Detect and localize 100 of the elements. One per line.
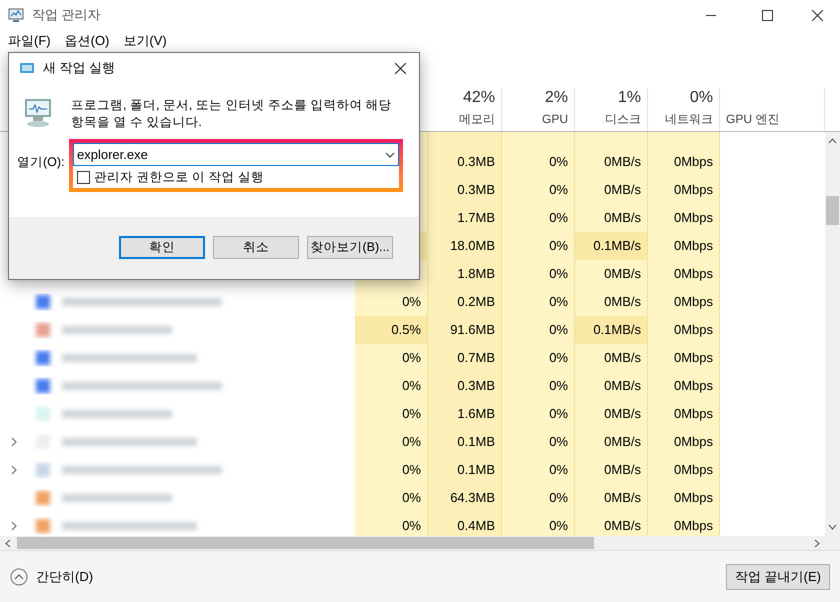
table-cell: 0MB/s [575,428,648,456]
table-cell: 0MB/s [575,204,648,232]
table-cell: 0Mbps [648,288,720,316]
table-cell: 0Mbps [648,176,720,204]
scroll-down-icon[interactable] [828,524,837,530]
dialog-button[interactable]: 취소 [213,236,299,259]
table-cell: 0.4MB [428,512,502,536]
column-label: 네트워크 [665,111,713,128]
table-cell: 0MB/s [575,484,648,512]
dialog-message: 프로그램, 폴더, 문서, 또는 인터넷 주소를 입력하여 해당 항목을 열 수 있습니다. [71,97,393,131]
usage-percent: 2% [544,88,568,108]
table-cell: 0Mbps [648,400,720,428]
table-cell: 0MB/s [575,400,648,428]
column-header[interactable]: 1% 디스크 [575,88,648,131]
scroll-right-icon[interactable] [814,538,820,548]
table-cell: 0% [502,484,575,512]
table-cell: 0.1MB/s [575,316,648,344]
column-label: 메모리 [459,111,495,128]
vertical-scrollbar[interactable] [825,132,840,536]
table-cell: 0MB/s [575,176,648,204]
table-cell: 0% [355,428,428,456]
end-task-button[interactable]: 작업 끝내기(E) [726,564,830,590]
table-cell: 0MB/s [575,372,648,400]
table-cell: 91.6MB [428,316,502,344]
table-cell: 0Mbps [648,232,720,260]
table-cell: 0MB/s [575,344,648,372]
table-cell: 0% [355,484,428,512]
table-cell: 0% [502,148,575,176]
table-cell: 0MB/s [575,512,648,536]
table-cell: 0Mbps [648,260,720,288]
table-cell: 0MB/s [575,456,648,484]
chevron-right-icon[interactable] [11,437,17,447]
table-cell: 0.7MB [428,344,502,372]
table-cell: 0Mbps [648,428,720,456]
open-label: 열기(O): [17,154,66,171]
table-cell: 0Mbps [648,484,720,512]
column-label: GPU [542,111,568,128]
table-cell: 0% [502,428,575,456]
table-cell: 1.7MB [428,204,502,232]
scroll-left-icon[interactable] [5,538,11,548]
usage-percent: 0% [690,88,713,108]
column-label: GPU 엔진 [726,111,780,128]
table-cell: 0% [355,344,428,372]
dropdown-icon[interactable] [385,152,395,158]
table-cell: 0Mbps [648,512,720,536]
table-cell: 0% [502,456,575,484]
admin-checkbox[interactable] [77,170,90,184]
table-cell: 0Mbps [648,148,720,176]
table-cell: 0Mbps [648,204,720,232]
table-cell: 0% [355,288,428,316]
scroll-thumb[interactable] [826,196,839,225]
table-cell: 0% [355,456,428,484]
chevron-up-circle-icon[interactable] [10,568,28,586]
table-cell: 0% [502,288,575,316]
table-cell: 0.5% [355,316,428,344]
close-icon [812,10,822,20]
chevron-right-icon[interactable] [11,521,17,531]
dialog-button[interactable]: 찾아보기(B)... [307,236,393,259]
table-cell: 0.3MB [428,372,502,400]
table-cell: 0Mbps [648,372,720,400]
admin-label: 관리자 권한으로 이 작업 실행 [94,168,264,186]
table-cell: 0.2MB [428,288,502,316]
table-cell: 0Mbps [648,456,720,484]
horizontal-scrollbar[interactable] [0,536,840,550]
table-cell: 0% [502,372,575,400]
column-header[interactable]: 2% GPU [502,88,575,131]
table-cell: 0% [502,316,575,344]
column-header[interactable]: 0% 네트워크 [648,88,720,131]
table-cell: 0% [355,400,428,428]
table-cell: 0% [502,204,575,232]
dialog-button[interactable]: 확인 [119,236,205,259]
menu-item[interactable]: 보기(V) [119,31,171,51]
open-combobox[interactable]: explorer.exe [73,143,399,166]
table-cell: 0Mbps [648,344,720,372]
scroll-thumb[interactable] [17,537,594,549]
table-cell: 0% [502,344,575,372]
minimize-icon [706,14,716,16]
menu-item[interactable]: 파일(F) [4,31,55,51]
table-cell: 0MB/s [575,260,648,288]
chevron-right-icon[interactable] [11,465,17,475]
maximize-icon [762,10,772,20]
table-cell: 0% [502,176,575,204]
table-cell: 0.1MB [428,428,502,456]
scroll-up-icon[interactable] [828,138,837,144]
table-cell: 0% [355,372,428,400]
table-cell: 0MB/s [575,148,648,176]
column-header[interactable]: GPU 엔진 [720,88,825,131]
collapse-link[interactable]: 간단히(D) [36,566,94,586]
table-cell: 0% [355,512,428,536]
table-cell: 0% [502,260,575,288]
table-cell: 64.3MB [428,484,502,512]
table-cell: 0.1MB/s [575,232,648,260]
run-icon [19,62,35,74]
monitor-icon [8,7,24,23]
menu-item[interactable]: 옵션(O) [60,31,114,51]
column-header[interactable]: 42% 메모리 [428,88,502,131]
table-cell: 18.0MB [428,232,502,260]
table-cell: 0Mbps [648,316,720,344]
table-cell: 0MB/s [575,288,648,316]
column-label: 디스크 [605,111,641,128]
